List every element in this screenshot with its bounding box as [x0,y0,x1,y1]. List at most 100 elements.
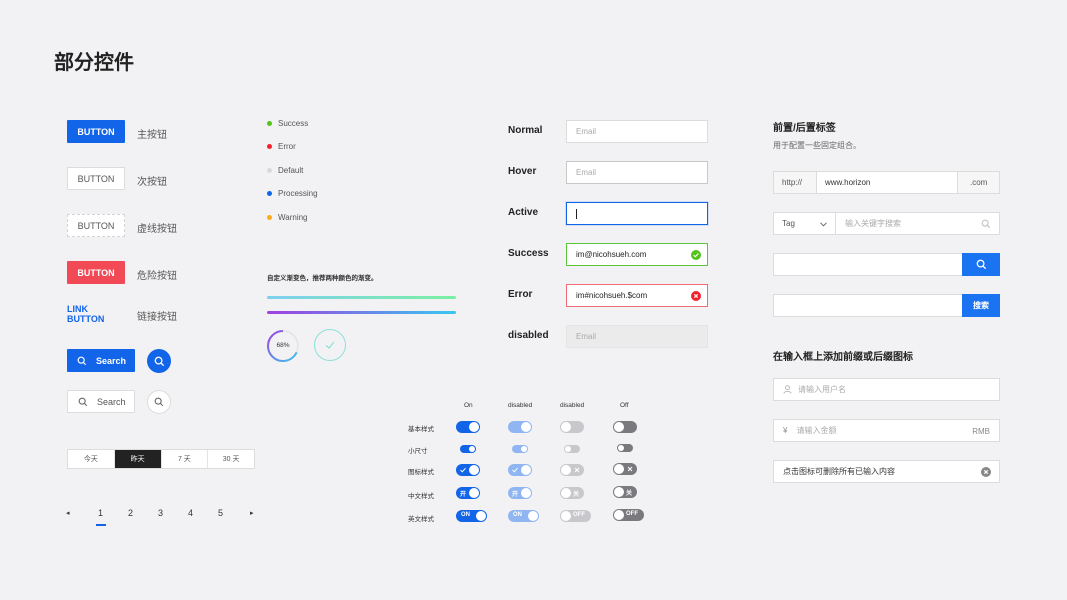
search-input-text-button[interactable] [773,294,963,317]
switch-col-disabled-on: disabled [508,402,533,409]
check-circle-icon [691,250,701,262]
status-processing: Processing [267,189,318,198]
switch-row-icon: 图标样式 [408,469,434,476]
search-icon [154,356,164,366]
tag-select-value: Tag [782,219,795,228]
segment-yesterday[interactable]: 昨天 [114,450,162,468]
progress-complete [314,329,346,361]
switch-english-off[interactable]: OFF [613,509,644,521]
switch-col-off: Off [620,402,629,409]
username-placeholder: 请输入用户名 [798,385,846,394]
url-suffix: .com [957,171,1000,194]
switch-icon-on[interactable] [456,464,480,476]
input-label-disabled: disabled [508,330,549,341]
page-3[interactable]: 3 [158,508,163,518]
switch-small-on[interactable] [460,445,476,453]
email-input-error[interactable]: im#nicohsueh.$com [566,284,708,307]
error-circle-icon [691,291,701,303]
email-input-success[interactable]: im@nicohsueh.com [566,243,708,266]
addon-section-subtitle: 用于配置一些固定组合。 [773,141,861,150]
primary-button[interactable]: BUTTON [67,120,125,143]
search-text-button[interactable]: 搜索 [962,294,1000,317]
keyword-search-input[interactable]: 输入关键字搜索 [835,212,1000,235]
next-page-icon[interactable]: ▸ [250,509,254,517]
check-icon [460,467,466,473]
amount-input[interactable]: ¥ 请输入金额 RMB [773,419,1000,442]
input-label-success: Success [508,248,549,259]
prev-page-icon[interactable]: ◂ [66,509,70,517]
clearable-value: 点击图标可删除所有已输入内容 [783,467,895,476]
search-icon [154,397,164,407]
input-label-normal: Normal [508,125,543,136]
segment-30-days[interactable]: 30 天 [208,450,254,468]
url-input[interactable]: www.horizon [816,171,958,194]
switch-basic-disabled-off [560,421,584,433]
switch-basic-off[interactable] [613,421,637,433]
status-error: Error [267,142,296,151]
switch-chinese-off[interactable]: 关 [613,486,637,498]
tag-select[interactable]: Tag [773,212,836,235]
status-dot [267,121,272,126]
secondary-button[interactable]: BUTTON [67,167,125,190]
switch-row-basic: 基本样式 [408,426,434,433]
keyword-placeholder: 输入关键字搜索 [845,219,901,228]
switch-icon-off[interactable] [613,463,637,475]
switch-small-disabled-off [564,445,580,453]
page-2[interactable]: 2 [128,508,133,518]
email-input-hover[interactable]: Email [566,161,708,184]
input-value: im#nicohsueh.$com [576,291,648,300]
gradient-bar-1 [267,296,456,299]
check-icon [325,341,335,349]
addon-section-title: 前置/后置标签 [773,123,836,134]
currency-symbol: ¥ [783,426,788,435]
search-icon-button[interactable] [962,253,1000,276]
progress-percent: 68% [276,342,290,349]
search-circle-button-primary[interactable] [147,349,171,373]
email-input-disabled: Email [566,325,708,348]
user-icon [783,385,792,394]
input-value: im@nicohsueh.com [576,250,647,259]
dashed-button[interactable]: BUTTON [67,214,125,237]
search-button-label: Search [96,355,127,366]
switch-icon-disabled-on [508,464,532,476]
switch-row-english: 英文样式 [408,516,434,523]
input-label-active: Active [508,207,539,218]
gradient-caption: 自定义渐变色，推荐两种颜色的渐变。 [267,275,378,282]
status-default: Default [267,166,303,175]
secondary-button-caption: 次按钮 [137,177,167,188]
switch-small-off[interactable] [617,444,633,452]
page-1[interactable]: 1 [98,508,103,518]
search-button-primary[interactable]: Search [67,349,135,372]
email-input-normal[interactable]: Email [566,120,708,143]
pagination: ◂ 1 2 3 4 5 ▸ [64,505,264,527]
danger-button[interactable]: BUTTON [67,261,125,284]
clear-icon[interactable] [981,467,991,479]
switch-chinese-on[interactable]: 开 [456,487,480,499]
status-success: Success [267,119,308,128]
segment-today[interactable]: 今天 [68,450,115,468]
search-button-default[interactable]: Search [67,390,135,413]
switch-english-disabled-off: OFF [560,510,591,522]
dashed-button-caption: 虚线按钮 [137,224,177,235]
clearable-input[interactable]: 点击图标可删除所有已输入内容 [773,460,1000,483]
search-button-label: Search [97,396,126,407]
switch-english-on[interactable]: ON [456,510,487,522]
input-label-hover: Hover [508,166,537,177]
status-dot [267,168,272,173]
username-input[interactable]: 请输入用户名 [773,378,1000,401]
link-button[interactable]: LINK BUTTON [67,302,127,325]
email-input-active[interactable] [566,202,708,225]
page-5[interactable]: 5 [218,508,223,518]
danger-button-caption: 危险按钮 [137,271,177,282]
segment-7-days[interactable]: 7 天 [162,450,209,468]
search-icon [77,356,87,365]
switch-basic-on[interactable] [456,421,480,433]
date-range-segmented-control: 今天 昨天 7 天 30 天 [67,449,255,469]
primary-button-caption: 主按钮 [137,130,167,141]
search-circle-button-default[interactable] [147,390,171,414]
switch-row-chinese: 中文样式 [408,493,434,500]
close-icon [627,466,633,472]
amount-suffix: RMB [972,427,990,436]
page-4[interactable]: 4 [188,508,193,518]
search-input-icon-button[interactable] [773,253,963,276]
